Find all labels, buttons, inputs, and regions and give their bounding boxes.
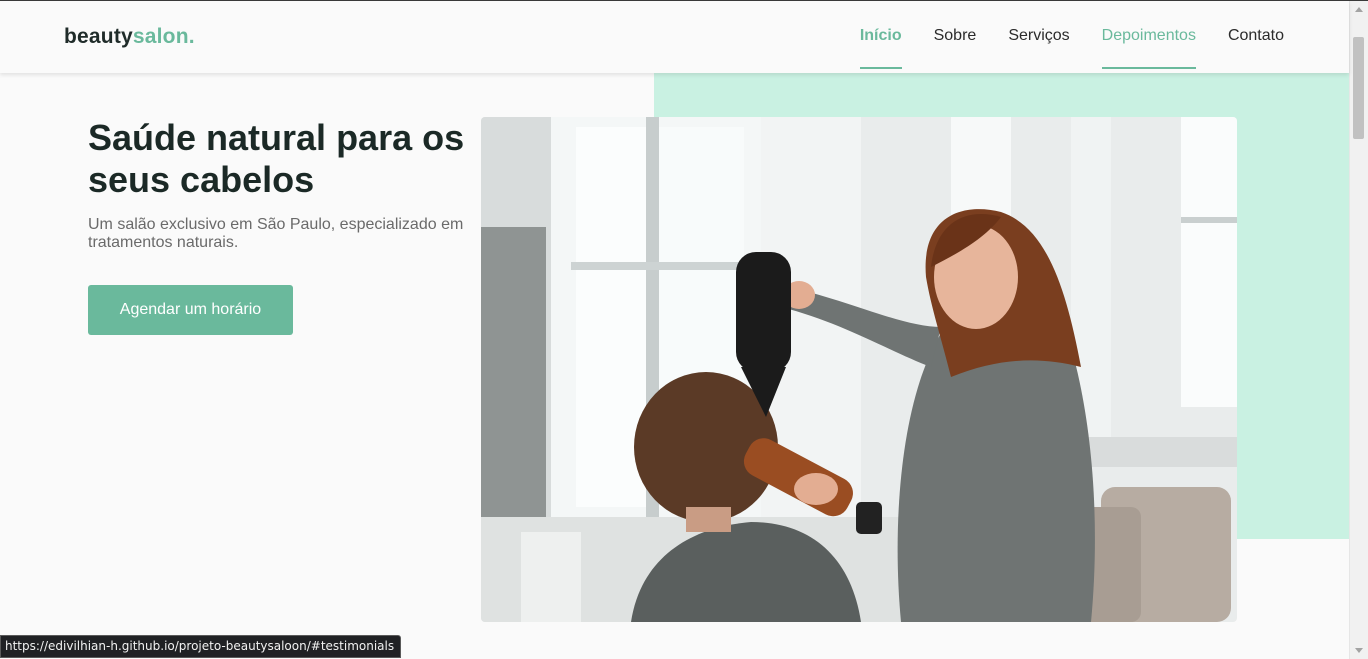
hero-title: Saúde natural para os seus cabelos xyxy=(88,117,465,200)
logo-main: beauty xyxy=(64,25,133,48)
hero-image xyxy=(481,117,1237,622)
site-header: beautysalon. Início Sobre Serviços Depoi… xyxy=(0,1,1349,73)
scrollbar-thumb[interactable] xyxy=(1353,37,1364,139)
link-status-url: https://edivilhian-h.github.io/projeto-b… xyxy=(0,635,402,658)
nav-link-depoimentos[interactable]: Depoimentos xyxy=(1101,0,1197,72)
page-scrollbar[interactable] xyxy=(1349,1,1368,659)
main-nav: Início Sobre Serviços Depoimentos Contat… xyxy=(828,1,1284,73)
nav-link-contato[interactable]: Contato xyxy=(1228,0,1284,72)
logo[interactable]: beautysalon. xyxy=(64,25,195,49)
scroll-up-arrow-icon[interactable] xyxy=(1355,7,1363,12)
scroll-down-arrow-icon[interactable] xyxy=(1355,648,1363,653)
logo-accent: salon. xyxy=(132,25,195,48)
nav-link-servicos[interactable]: Serviços xyxy=(1008,0,1069,72)
schedule-appointment-button[interactable]: Agendar um horário xyxy=(88,285,293,335)
hero-subtitle: Um salão exclusivo em São Paulo, especia… xyxy=(88,216,464,251)
nav-link-sobre[interactable]: Sobre xyxy=(934,0,977,72)
nav-link-inicio[interactable]: Início xyxy=(859,0,902,72)
